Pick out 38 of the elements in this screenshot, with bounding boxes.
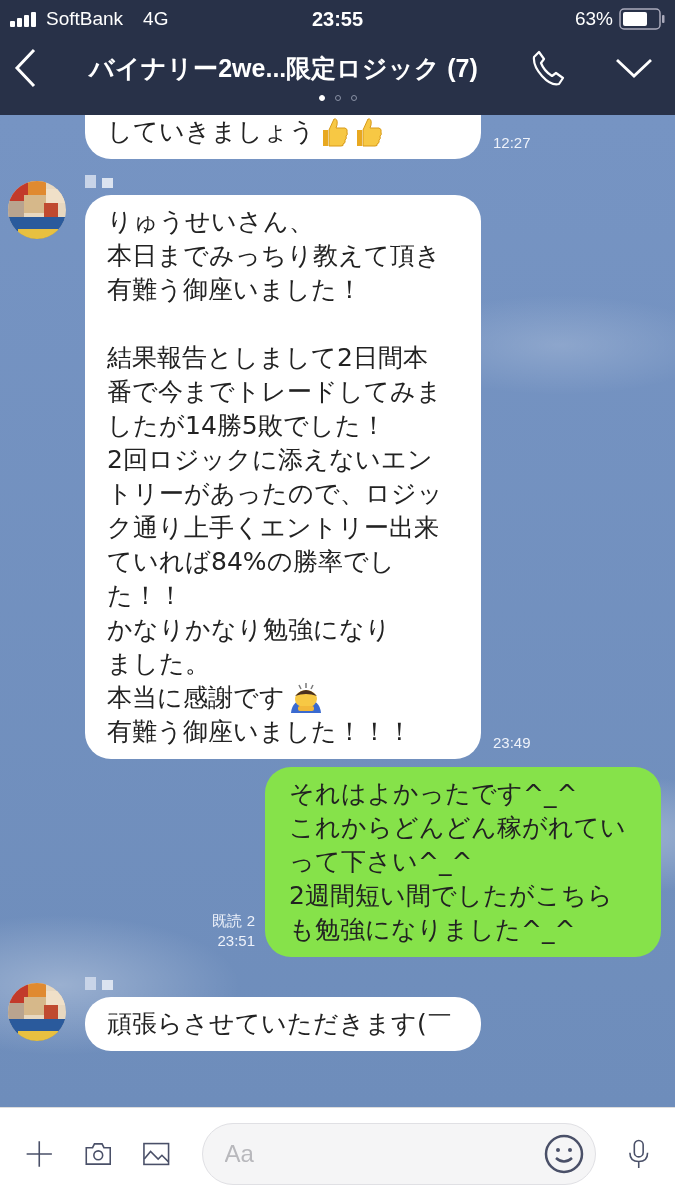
message-text: 2週間短い間でしたがこちら xyxy=(289,880,613,912)
message-text: 本日までみっちり教えて頂き xyxy=(107,240,441,272)
bowing-person-icon xyxy=(289,682,323,714)
message-time: 12:27 xyxy=(493,133,531,153)
message-text: りゅうせいさん、 xyxy=(107,206,314,238)
read-receipt: 既読 2 xyxy=(212,911,255,931)
network-type: 4G xyxy=(143,8,169,30)
carrier-name: SoftBank xyxy=(46,8,124,30)
battery-percent: 63% xyxy=(574,8,613,30)
battery-icon xyxy=(619,8,665,30)
message-text: って下さい^_^ xyxy=(289,846,473,878)
message-text: 本当に感謝です xyxy=(107,682,285,714)
message-text: た！！ xyxy=(107,580,183,612)
message-text: ました。 xyxy=(107,648,210,680)
message-text: 有難う御座いました！！！ xyxy=(107,716,412,748)
message-time: 23:49 xyxy=(493,733,531,753)
message-text: それはよかったです^_^ xyxy=(289,778,578,810)
message-time: 23:51 xyxy=(217,931,255,951)
back-button[interactable] xyxy=(14,48,36,88)
message-text: ク通り上手くエントリー出来 xyxy=(107,512,439,544)
message-text: も勉強になりました^_^ xyxy=(289,914,576,946)
chevron-down-icon[interactable] xyxy=(615,57,653,79)
message-text: ていれば84%の勝率でし xyxy=(107,546,395,578)
message-text: していきましょう xyxy=(107,116,315,148)
phone-icon[interactable] xyxy=(531,50,565,86)
message-text: 頑張らさせていただきます(￣ xyxy=(107,1008,452,1040)
message-text: したが14勝5敗でした！ xyxy=(107,410,386,442)
message-text: トリーがあったので、ロジッ xyxy=(107,478,443,510)
message-text: 有難う御座いました！ xyxy=(107,274,362,306)
chat-title: バイナリー2we...限定ロジック (7) xyxy=(87,52,479,84)
message-text: 番で今までトレードしてみま xyxy=(107,376,442,408)
message-text: これからどんどん稼がれてい xyxy=(289,812,626,844)
emoji-icon[interactable] xyxy=(543,1134,584,1174)
message-text: 結果報告としまして2日間本 xyxy=(107,342,428,374)
message-input[interactable]: Aa xyxy=(201,1123,596,1185)
message-text: 2回ロジックに添えないエン xyxy=(107,444,433,476)
status-time: 23:55 xyxy=(311,7,364,31)
message-text: かなりかなり勉強になり xyxy=(107,614,391,646)
